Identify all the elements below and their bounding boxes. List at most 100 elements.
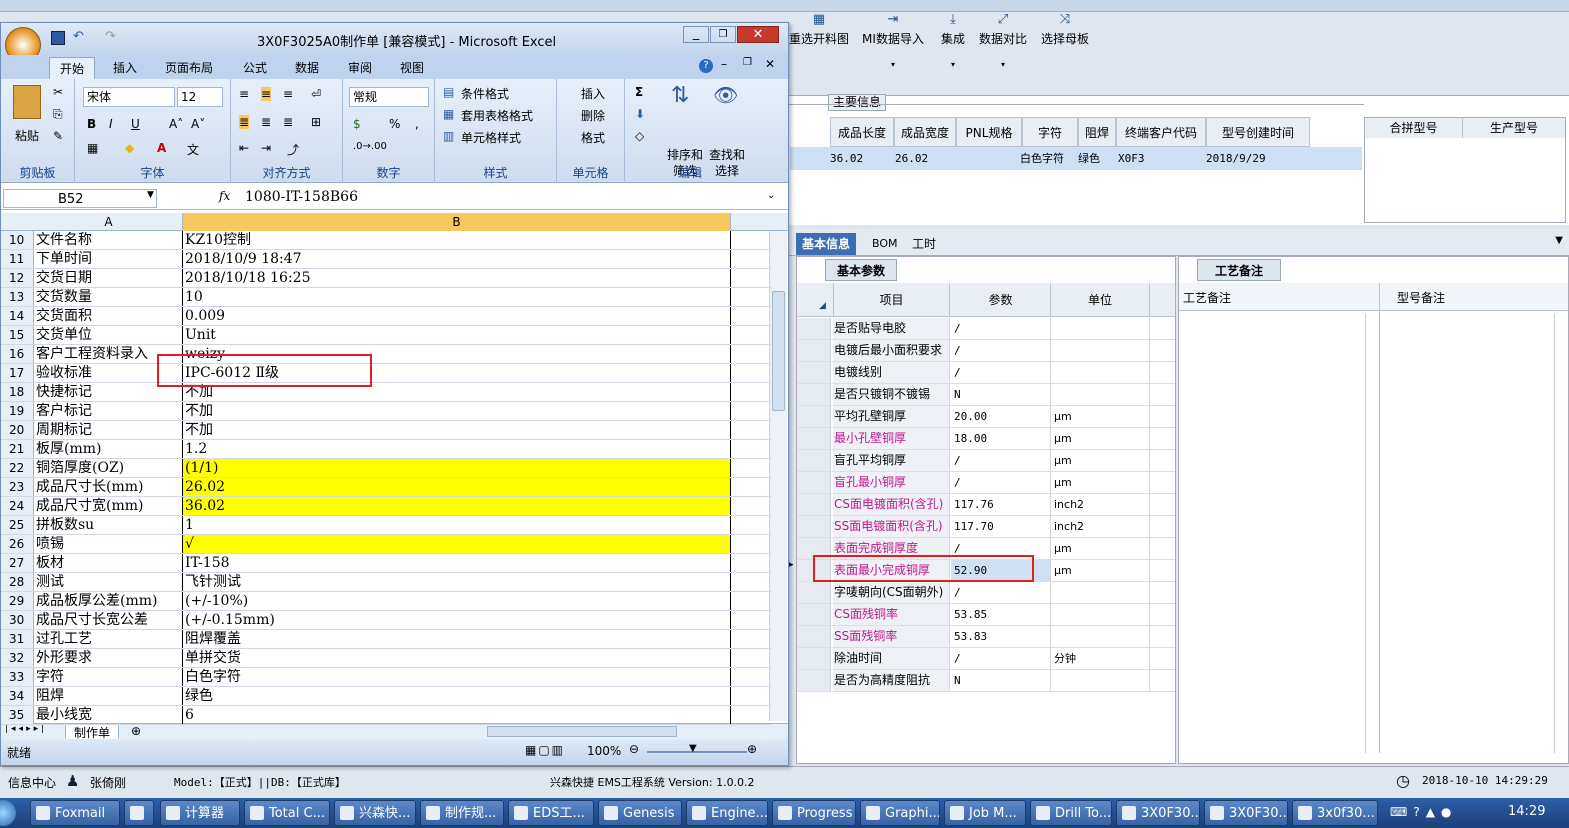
align-middle-icon[interactable]: ≡ (261, 87, 272, 101)
underline-button[interactable]: U (131, 117, 140, 131)
col-header[interactable]: 型号创建时间 (1206, 117, 1310, 147)
zoom-in-icon[interactable]: ⊕ (747, 742, 757, 756)
col-header[interactable]: 成品宽度 (894, 117, 956, 147)
zoom-level[interactable]: 100% (587, 744, 621, 758)
cell-b[interactable]: (+/-10%) (183, 592, 731, 610)
tab-insert[interactable]: 插入 (103, 57, 147, 79)
phonetic-icon[interactable]: 文 (187, 141, 199, 158)
param-value[interactable]: / (951, 472, 1051, 493)
dropdown-icon[interactable]: ▾ (862, 60, 924, 69)
cell-a[interactable]: 成品尺寸长(mm) (35, 478, 183, 496)
cell-a[interactable]: 成品尺寸长宽公差 (35, 611, 183, 629)
scrollbar[interactable] (1554, 313, 1566, 753)
col-header[interactable]: 工艺备注 (1183, 289, 1231, 306)
border-icon[interactable]: ▦ (87, 141, 98, 155)
param-value[interactable]: / (951, 318, 1051, 339)
row-number[interactable]: 23 (1, 478, 34, 496)
row-number[interactable]: 12 (1, 269, 34, 287)
align-right-icon[interactable]: ≣ (283, 115, 293, 129)
taskbar-item[interactable]: 3X0F30... (1204, 800, 1288, 826)
row-number[interactable]: 22 (1, 459, 34, 477)
param-row[interactable]: 最小孔壁铜厚 18.00 μm (797, 428, 1175, 450)
taskbar-item[interactable]: 3x0f30... (1292, 800, 1378, 826)
expand-formula-icon[interactable]: ⌄ (767, 190, 775, 201)
scrollbar[interactable] (1365, 313, 1377, 753)
col-header[interactable]: 项目 (833, 283, 950, 317)
taskbar-item[interactable]: Drill To... (1030, 800, 1112, 826)
percent-icon[interactable]: % (389, 117, 400, 131)
cell-a[interactable]: 阻焊 (35, 687, 183, 705)
tab-page-layout[interactable]: 页面布局 (155, 57, 223, 79)
cell-b[interactable]: KZ10控制 (183, 231, 731, 249)
col-header[interactable]: 成品长度 (830, 117, 894, 147)
dropdown-icon[interactable]: ▾ (972, 60, 1034, 69)
taskbar-item[interactable]: 制作规... (420, 800, 504, 826)
taskbar-item[interactable] (124, 800, 154, 826)
param-value[interactable]: N (951, 384, 1051, 405)
row-number[interactable]: 21 (1, 440, 34, 458)
taskbar-item[interactable]: 兴森快... (334, 800, 416, 826)
column-a-header[interactable]: A (35, 213, 183, 231)
param-value[interactable]: / (951, 582, 1051, 603)
cell-a[interactable]: 板厚(mm) (35, 440, 183, 458)
row-number[interactable]: 18 (1, 383, 34, 401)
param-value[interactable]: 53.83 (951, 626, 1051, 647)
name-box[interactable]: B52 (3, 189, 157, 208)
cell-b[interactable]: 2018/10/9 18:47 (183, 250, 731, 268)
taskbar-item[interactable]: EDS工... (508, 800, 594, 826)
row-number[interactable]: 24 (1, 497, 34, 515)
row-number[interactable]: 26 (1, 535, 34, 553)
taskbar-item[interactable]: Total C... (244, 800, 330, 826)
cell-b[interactable]: 飞针测试 (183, 573, 731, 591)
param-value[interactable]: / (951, 362, 1051, 383)
col-header[interactable]: 合拼型号 (1365, 118, 1463, 138)
row-number[interactable]: 33 (1, 668, 34, 686)
cell-b[interactable]: 白色字符 (183, 668, 731, 686)
row-number[interactable]: 13 (1, 288, 34, 306)
function-icon[interactable]: fx (219, 189, 230, 203)
taskbar-item[interactable]: Progress (772, 800, 856, 826)
cell-b[interactable]: 26.02 (183, 478, 731, 496)
col-header[interactable]: PNL规格 (956, 117, 1022, 147)
cell-a[interactable]: 成品尺寸宽(mm) (35, 497, 183, 515)
taskbar-item[interactable]: 计算器 (160, 800, 240, 826)
row-selector[interactable] (797, 582, 831, 603)
cell-b[interactable]: 单拼交货 (183, 649, 731, 667)
formula-input[interactable]: 1080-IT-158B66 (245, 189, 358, 205)
row-number[interactable]: 16 (1, 345, 34, 363)
clear-icon[interactable]: ◇ (635, 129, 644, 143)
cell-a[interactable]: 交货日期 (35, 269, 183, 287)
delete-cells-button[interactable]: 删除 (581, 107, 605, 124)
row-number[interactable]: 28 (1, 573, 34, 591)
row-number[interactable]: 29 (1, 592, 34, 610)
row-selector[interactable] (797, 626, 831, 647)
align-top-icon[interactable]: ≡ (239, 87, 249, 101)
param-row[interactable]: 电镀后最小面积要求 / (797, 340, 1175, 362)
cell-a[interactable]: 周期标记 (35, 421, 183, 439)
col-header[interactable]: 字符 (1022, 117, 1078, 147)
param-row[interactable]: 字唛朝向(CS面朝外) / (797, 582, 1175, 604)
cell-b[interactable]: (1/1) (183, 459, 731, 477)
new-sheet-icon[interactable]: ⊕ (131, 724, 141, 738)
cell-a[interactable]: 板材 (35, 554, 183, 572)
row-selector[interactable] (797, 648, 831, 669)
row-number[interactable]: 14 (1, 307, 34, 325)
cell-b[interactable]: 36.02 (183, 497, 731, 515)
copy-icon[interactable]: ⎘ (53, 107, 63, 122)
param-row[interactable]: 平均孔壁铜厚 20.00 μm (797, 406, 1175, 428)
horizontal-scrollbar[interactable] (487, 726, 677, 737)
paste-icon[interactable] (13, 85, 41, 119)
param-row[interactable]: 盲孔最小铜厚 / μm (797, 472, 1175, 494)
merge-icon[interactable]: ⊞ (311, 115, 321, 129)
cell-b[interactable]: 6 (183, 706, 731, 724)
zoom-slider[interactable] (647, 751, 747, 753)
row-selector[interactable] (797, 428, 831, 449)
cell-b[interactable]: 1 (183, 516, 731, 534)
cell-b[interactable]: √ (183, 535, 731, 553)
param-value[interactable]: 117.70 (951, 516, 1051, 537)
toolbar-reselect-button[interactable]: ▦ 重选开料图 (788, 10, 850, 66)
row-selector[interactable] (797, 472, 831, 493)
shrink-font-button[interactable]: A˅ (191, 117, 205, 131)
col-header[interactable]: 型号备注 (1397, 289, 1445, 306)
cell-a[interactable]: 喷锡 (35, 535, 183, 553)
